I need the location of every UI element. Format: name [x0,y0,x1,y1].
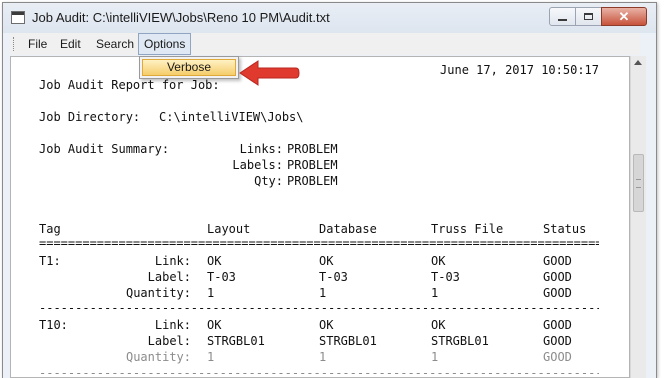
cell-database: OK [319,318,334,332]
menu-search[interactable]: Search [91,33,139,55]
cell-layout: OK [207,318,222,332]
report-date: June 17, 2017 10:50:17 [440,63,599,77]
maximize-icon [584,13,593,20]
summary-links-value: PROBLEM [287,142,338,156]
single-rule: ----------------------------------------… [39,366,599,378]
cell-truss: OK [431,318,446,332]
cell-database: STRGBL01 [319,334,377,348]
group-tag-t10: T10: [39,318,68,332]
options-dropdown: Verbose [139,56,239,79]
summary-label: Job Audit Summary: [39,142,170,156]
cell-truss: T-03 [431,270,460,284]
minimize-button[interactable] [549,7,576,26]
summary-qty-value: PROBLEM [287,174,338,188]
cell-layout: 1 [207,350,215,364]
cell-database: 1 [319,350,327,364]
cell-status: GOOD [543,350,572,364]
menu-bar: File Edit Search Options [10,33,640,55]
close-icon: ✕ [618,9,630,24]
cell-status: GOOD [543,254,572,268]
cell-truss: 1 [431,350,439,364]
cell-database: T-03 [319,270,348,284]
cell-status: GOOD [543,334,572,348]
double-rule: ========================================… [39,236,599,250]
cell-truss: OK [431,254,446,268]
row-label: Link: [154,254,191,268]
cell-layout: STRGBL01 [207,334,265,348]
summary-qty-label: Qty: [254,174,283,188]
close-button[interactable]: ✕ [601,7,647,26]
cell-layout: T-03 [207,270,236,284]
row-label: Quantity: [125,350,191,364]
summary-links-label: Links: [239,142,283,156]
row-label: Label: [147,334,191,348]
menu-item-verbose[interactable]: Verbose [142,59,236,76]
menu-edit[interactable]: Edit [55,33,86,55]
scroll-up-arrow-icon[interactable] [634,60,642,65]
directory-value: C:\intelliVIEW\Jobs\ [159,110,304,124]
row-label: Link: [154,318,191,332]
maximize-button[interactable] [575,7,602,26]
notepad-icon [11,11,25,24]
cell-layout: OK [207,254,222,268]
cell-status: GOOD [543,318,572,332]
cell-layout: 1 [207,286,215,300]
callout-arrow-icon [239,60,300,86]
row-label: Quantity: [125,286,191,300]
menu-options[interactable]: Options [138,33,192,55]
summary-labels-label: Labels: [232,158,283,172]
group-tag-t1: T1: [39,254,61,268]
single-rule: ----------------------------------------… [39,301,599,315]
window-title: Job Audit: C:\intelliVIEW\Jobs\Reno 10 P… [32,10,330,25]
cell-status: GOOD [543,286,572,300]
cell-status: GOOD [543,270,572,284]
vertical-scrollbar[interactable] [630,56,646,378]
cell-database: OK [319,254,334,268]
title-bar[interactable]: Job Audit: C:\intelliVIEW\Jobs\Reno 10 P… [3,3,656,33]
cell-truss: 1 [431,286,439,300]
summary-labels-value: PROBLEM [287,158,338,172]
minimize-icon [558,18,567,21]
menu-grip-icon [13,37,17,51]
cell-database: 1 [319,286,327,300]
menu-file[interactable]: File [23,33,52,55]
report-text-area[interactable]: June 17, 2017 10:50:17 Job Audit Report … [10,56,630,378]
cell-truss: STRGBL01 [431,334,489,348]
scroll-thumb[interactable] [633,154,644,212]
row-label: Label: [147,270,191,284]
directory-label: Job Directory: [39,110,141,124]
report-header: Job Audit Report for Job: [39,78,220,92]
